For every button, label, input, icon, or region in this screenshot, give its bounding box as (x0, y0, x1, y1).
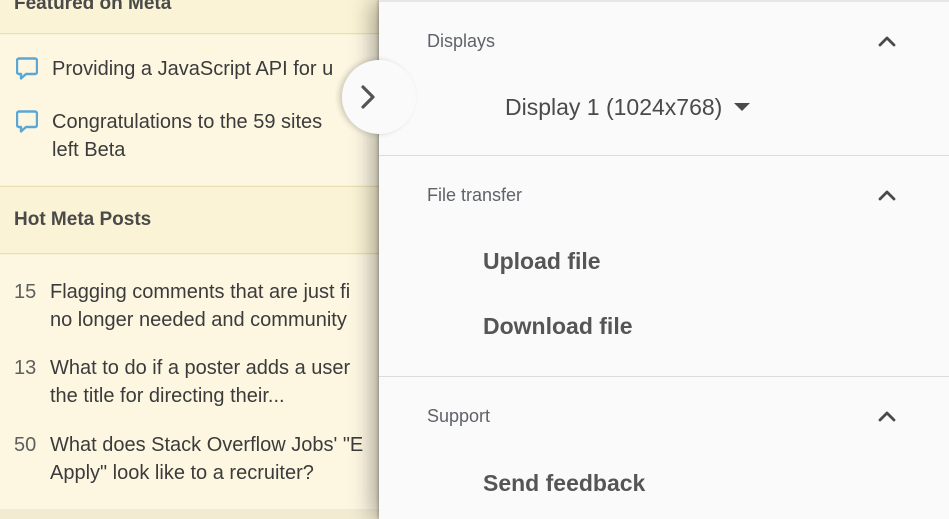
chevron-right-icon (358, 84, 378, 110)
chevron-up-icon (877, 409, 897, 428)
support-section-title: Support (427, 406, 491, 426)
displays-section-title: Displays (427, 31, 496, 51)
sidebar-bottom-strip (0, 509, 400, 519)
featured-item-text: Providing a JavaScript API for u (52, 58, 334, 80)
list-item[interactable]: Providing a JavaScript API for u (16, 55, 396, 83)
featured-item-text: Congratulations to the 59 sites left Bet… (52, 111, 323, 161)
file-transfer-section: File transfer Upload file Download file (379, 156, 949, 377)
support-section: Support Send feedback (379, 377, 949, 519)
list-item[interactable]: Congratulations to the 59 sites left Bet… (16, 108, 396, 164)
post-title: What to do if a poster adds a user the t… (50, 357, 351, 407)
support-collapse-button[interactable] (869, 403, 905, 433)
remote-desktop-side-panel: Displays Display 1 (1024x768) File trans… (379, 0, 949, 519)
send-feedback-button[interactable]: Send feedback (483, 468, 645, 498)
displays-section: Displays Display 1 (1024x768) (379, 2, 949, 156)
caret-down-icon (734, 103, 751, 111)
upload-file-button[interactable]: Upload file (483, 246, 601, 276)
file-transfer-section-title: File transfer (427, 185, 523, 205)
display-select-value: Display 1 (1024x768) (505, 94, 723, 120)
list-item[interactable]: 13 What to do if a poster adds a user th… (14, 354, 394, 410)
collapse-panel-handle[interactable] (342, 60, 416, 134)
post-score: 13 (14, 357, 37, 379)
hot-posts-list: 15 Flagging comments that are just fi no… (0, 255, 400, 510)
featured-list: Providing a JavaScript API for u Congrat… (0, 35, 400, 185)
featured-on-meta-heading: Featured on Meta (0, 0, 400, 34)
speech-bubble-icon (16, 108, 38, 136)
displays-collapse-button[interactable] (869, 28, 905, 58)
post-title: Flagging comments that are just fi no lo… (50, 281, 351, 331)
post-score: 50 (14, 434, 37, 456)
list-item[interactable]: 50 What does Stack Overflow Jobs' "E App… (14, 431, 394, 487)
speech-bubble-icon (16, 55, 38, 83)
display-select-dropdown[interactable]: Display 1 (1024x768) (505, 92, 751, 122)
post-title: What does Stack Overflow Jobs' "E Apply"… (50, 434, 364, 484)
background-sidebar: Featured on Meta Providing a JavaScript … (0, 0, 400, 519)
chevron-up-icon (877, 34, 897, 53)
file-transfer-collapse-button[interactable] (869, 182, 905, 212)
list-item[interactable]: 15 Flagging comments that are just fi no… (14, 278, 394, 334)
chevron-up-icon (877, 188, 897, 207)
post-score: 15 (14, 281, 37, 303)
hot-meta-posts-heading: Hot Meta Posts (0, 186, 400, 254)
download-file-button[interactable]: Download file (483, 311, 633, 341)
